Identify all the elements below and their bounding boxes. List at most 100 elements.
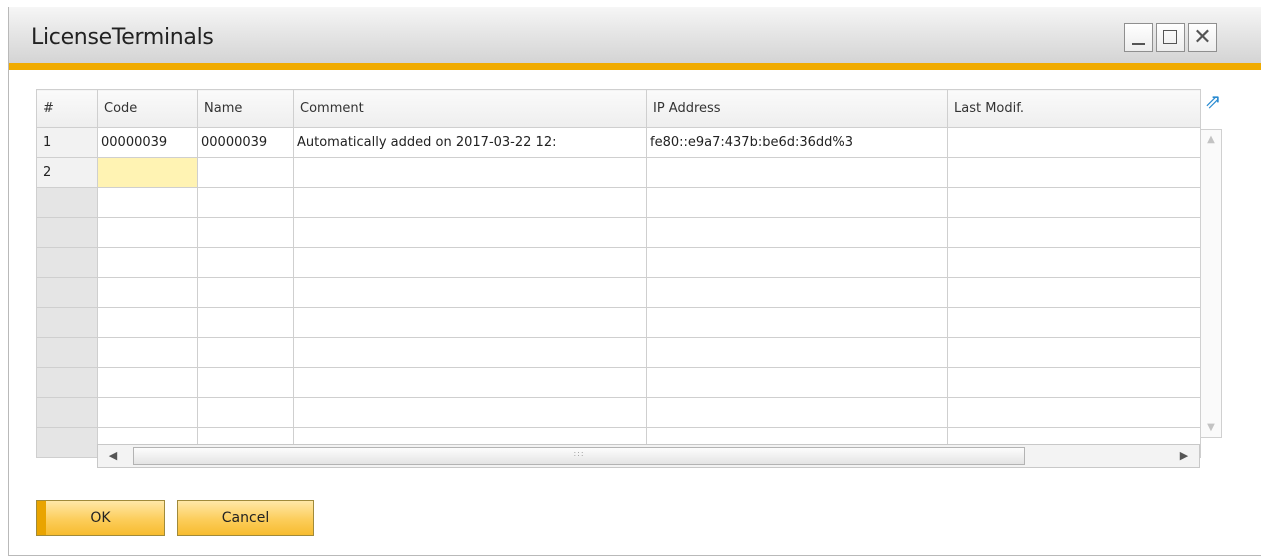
maximize-button[interactable] <box>1156 23 1185 52</box>
empty-row[interactable] <box>36 367 1201 398</box>
ip-address-cell[interactable] <box>646 247 948 278</box>
row-number[interactable] <box>36 307 98 338</box>
code-cell[interactable] <box>97 337 198 368</box>
license-terminals-window: LicenseTerminals ✕ # Code Name Comment I… <box>8 7 1261 556</box>
ip-address-cell[interactable] <box>646 217 948 248</box>
expand-arrow-icon[interactable]: ⇗ <box>1202 90 1224 112</box>
grip-icon: ::: <box>573 449 585 458</box>
ip-address-cell[interactable] <box>646 157 948 188</box>
scrollbar-thumb[interactable]: ::: <box>133 447 1025 465</box>
code-cell[interactable] <box>97 187 198 218</box>
arrow-right-icon[interactable]: ▶ <box>1169 445 1199 467</box>
name-cell[interactable] <box>197 157 294 188</box>
name-cell[interactable] <box>197 247 294 278</box>
minimize-icon <box>1132 43 1145 45</box>
last-modif-cell[interactable] <box>947 397 1201 428</box>
title-accent-bar <box>9 63 1261 70</box>
row-number[interactable]: 2 <box>36 157 98 188</box>
comment-cell[interactable] <box>293 157 647 188</box>
code-cell[interactable] <box>97 307 198 338</box>
close-button[interactable]: ✕ <box>1188 23 1217 52</box>
minimize-button[interactable] <box>1124 23 1153 52</box>
license-terminals-grid: # Code Name Comment IP Address Last Modi… <box>36 89 1201 458</box>
last-modif-cell[interactable] <box>947 247 1201 278</box>
ip-address-cell[interactable] <box>646 277 948 308</box>
row-number[interactable] <box>36 367 98 398</box>
last-modif-cell[interactable] <box>947 367 1201 398</box>
last-modif-cell[interactable] <box>947 217 1201 248</box>
empty-row[interactable] <box>36 187 1201 218</box>
comment-cell[interactable]: Automatically added on 2017-03-22 12: <box>293 127 647 158</box>
last-modif-cell[interactable] <box>947 127 1201 158</box>
row-number[interactable] <box>36 247 98 278</box>
ip-address-cell[interactable] <box>646 307 948 338</box>
empty-row[interactable] <box>36 397 1201 428</box>
table-row[interactable]: 2 <box>36 157 1201 188</box>
comment-cell[interactable] <box>293 367 647 398</box>
comment-cell[interactable] <box>293 397 647 428</box>
name-cell[interactable] <box>197 217 294 248</box>
empty-row[interactable] <box>36 307 1201 338</box>
title-bar[interactable]: LicenseTerminals ✕ <box>9 7 1261 63</box>
maximize-icon <box>1163 30 1177 44</box>
vertical-scrollbar[interactable]: ▲ ▼ <box>1200 129 1222 438</box>
col-header-comment[interactable]: Comment <box>293 89 647 128</box>
col-header-last-modif[interactable]: Last Modif. <box>947 89 1201 128</box>
code-cell[interactable] <box>97 397 198 428</box>
row-number[interactable]: 1 <box>36 127 98 158</box>
close-icon: ✕ <box>1193 25 1212 50</box>
empty-row[interactable] <box>36 217 1201 248</box>
name-cell[interactable] <box>197 187 294 218</box>
code-cell[interactable] <box>97 277 198 308</box>
ip-address-cell[interactable] <box>646 187 948 218</box>
code-cell[interactable]: 00000039 <box>97 127 198 158</box>
table-row[interactable]: 1 00000039 00000039 Automatically added … <box>36 127 1201 158</box>
code-cell[interactable] <box>97 217 198 248</box>
name-cell[interactable] <box>197 307 294 338</box>
comment-cell[interactable] <box>293 247 647 278</box>
row-number[interactable] <box>36 277 98 308</box>
arrow-down-icon[interactable]: ▼ <box>1201 422 1221 433</box>
row-number[interactable] <box>36 397 98 428</box>
col-header-ip-address[interactable]: IP Address <box>646 89 948 128</box>
last-modif-cell[interactable] <box>947 157 1201 188</box>
empty-row[interactable] <box>36 337 1201 368</box>
empty-row[interactable] <box>36 277 1201 308</box>
grid-header-row: # Code Name Comment IP Address Last Modi… <box>36 89 1201 128</box>
ip-address-cell[interactable] <box>646 337 948 368</box>
last-modif-cell[interactable] <box>947 337 1201 368</box>
window-title: LicenseTerminals <box>31 25 214 50</box>
row-number[interactable] <box>36 187 98 218</box>
row-number[interactable] <box>36 337 98 368</box>
name-cell[interactable] <box>197 367 294 398</box>
empty-row[interactable] <box>36 247 1201 278</box>
comment-cell[interactable] <box>293 307 647 338</box>
code-cell[interactable] <box>97 367 198 398</box>
last-modif-cell[interactable] <box>947 277 1201 308</box>
comment-cell[interactable] <box>293 337 647 368</box>
col-header-number[interactable]: # <box>36 89 98 128</box>
cancel-button[interactable]: Cancel <box>177 500 314 536</box>
last-modif-cell[interactable] <box>947 307 1201 338</box>
name-cell[interactable] <box>197 337 294 368</box>
code-cell-active[interactable] <box>97 157 198 188</box>
horizontal-scrollbar[interactable]: ◀ ::: ▶ <box>97 444 1200 468</box>
ip-address-cell[interactable] <box>646 397 948 428</box>
code-cell[interactable] <box>97 247 198 278</box>
comment-cell[interactable] <box>293 217 647 248</box>
arrow-left-icon[interactable]: ◀ <box>98 445 128 467</box>
comment-cell[interactable] <box>293 277 647 308</box>
row-number[interactable] <box>36 217 98 248</box>
ip-address-cell[interactable]: fe80::e9a7:437b:be6d:36dd%3 <box>646 127 948 158</box>
ip-address-cell[interactable] <box>646 367 948 398</box>
name-cell[interactable]: 00000039 <box>197 127 294 158</box>
ok-button[interactable]: OK <box>36 500 165 536</box>
name-cell[interactable] <box>197 277 294 308</box>
arrow-up-icon[interactable]: ▲ <box>1201 134 1221 145</box>
col-header-name[interactable]: Name <box>197 89 294 128</box>
col-header-code[interactable]: Code <box>97 89 198 128</box>
comment-cell[interactable] <box>293 187 647 218</box>
row-number[interactable] <box>36 427 98 458</box>
name-cell[interactable] <box>197 397 294 428</box>
last-modif-cell[interactable] <box>947 187 1201 218</box>
